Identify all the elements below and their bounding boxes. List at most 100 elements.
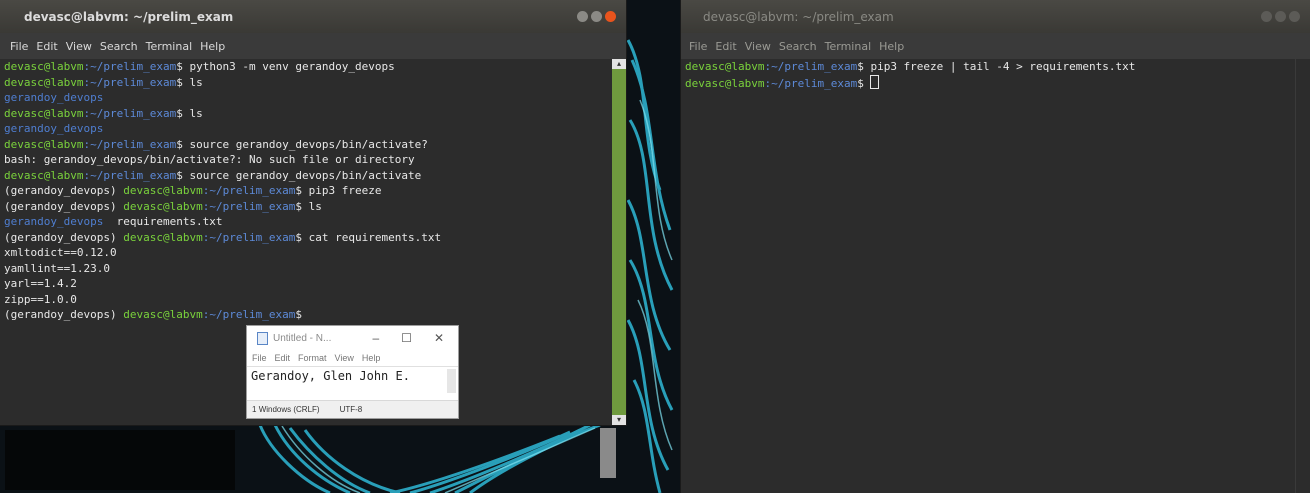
menu-search[interactable]: Search — [779, 40, 817, 53]
notepad-scrollbar[interactable] — [447, 369, 456, 393]
terminal-segment-path: :~/prelim_exam — [83, 106, 177, 120]
menu-edit[interactable]: Edit — [715, 40, 736, 53]
menu-help[interactable]: Help — [879, 40, 904, 53]
notepad-menu-help[interactable]: Help — [362, 353, 381, 363]
notepad-menu-edit[interactable]: Edit — [275, 353, 291, 363]
terminal-segment-text: $ pip3 freeze | tail -4 > requirements.t… — [857, 60, 1136, 73]
terminal-line: gerandoy_devops — [4, 90, 612, 106]
minimize-icon[interactable]: – — [372, 331, 379, 345]
close-icon[interactable]: ✕ — [434, 331, 444, 345]
terminal-line: devasc@labvm:~/prelim_exam$ source geran… — [4, 168, 612, 184]
terminal-line: devasc@labvm:~/prelim_exam$ source geran… — [4, 137, 612, 153]
maximize-icon[interactable] — [1275, 11, 1286, 22]
terminal-segment-path: :~/prelim_exam — [202, 308, 296, 321]
right-window-controls — [1261, 11, 1300, 22]
status-line-ending: Windows (CRLF) — [258, 405, 320, 414]
notepad-window[interactable]: Untitled - N... – ☐ ✕ File Edit Format V… — [246, 325, 459, 419]
terminal-segment-folder: gerandoy_devops — [4, 215, 104, 228]
terminal-line: devasc@labvm:~/prelim_exam$ pip3 freeze … — [685, 59, 1296, 75]
left-terminal-title: devasc@labvm: ~/prelim_exam — [24, 9, 234, 24]
status-encoding: UTF-8 — [339, 405, 363, 414]
terminal-segment-prompt: devasc@labvm — [4, 75, 84, 89]
menu-edit[interactable]: Edit — [36, 40, 57, 53]
minimize-icon[interactable] — [577, 11, 588, 22]
terminal-segment-prompt: devasc@labvm — [4, 106, 84, 120]
right-terminal-titlebar[interactable]: devasc@labvm: ~/prelim_exam — [681, 0, 1310, 33]
terminal-segment-path: :~/prelim_exam — [83, 137, 177, 151]
terminal-segment-path: :~/prelim_exam — [764, 76, 858, 90]
maximize-icon[interactable]: ☐ — [401, 331, 412, 345]
terminal-line: zipp==1.0.0 — [4, 292, 612, 308]
left-window-controls — [577, 11, 616, 22]
right-terminal-scrollbar[interactable] — [1295, 59, 1310, 493]
terminal-line: devasc@labvm:~/prelim_exam$ python3 -m v… — [4, 59, 612, 75]
menu-search[interactable]: Search — [100, 40, 138, 53]
terminal-segment-text: yamllint==1.23.0 — [4, 261, 110, 275]
menu-view[interactable]: View — [745, 40, 771, 53]
scroll-up-icon[interactable]: ▴ — [612, 59, 626, 69]
close-icon[interactable] — [605, 11, 616, 22]
notepad-menu-format[interactable]: Format — [298, 353, 327, 363]
right-terminal-output[interactable]: devasc@labvm:~/prelim_exam$ pip3 freeze … — [681, 59, 1296, 493]
terminal-segment-prompt: devasc@labvm — [123, 230, 203, 244]
right-terminal-title: devasc@labvm: ~/prelim_exam — [703, 9, 894, 24]
terminal-segment-prompt: devasc@labvm — [4, 60, 84, 73]
terminal-line: yarl==1.4.2 — [4, 276, 612, 292]
terminal-segment-prompt: devasc@labvm — [123, 308, 203, 321]
terminal-segment-text: (gerandoy_devops) — [4, 308, 124, 321]
notepad-text-area[interactable]: Gerandoy, Glen John E. — [247, 366, 458, 401]
terminal-segment-text: (gerandoy_devops) — [4, 230, 124, 244]
terminal-segment-path: :~/prelim_exam — [83, 75, 177, 89]
menu-file[interactable]: File — [10, 40, 28, 53]
terminal-segment-text: $ — [295, 308, 303, 321]
maximize-icon[interactable] — [591, 11, 602, 22]
notepad-statusbar: 1 Windows (CRLF) UTF-8 — [247, 400, 458, 418]
notepad-icon — [257, 331, 268, 345]
terminal-segment-text: $ python3 -m venv gerandoy_devops — [176, 60, 395, 73]
terminal-segment-prompt: devasc@labvm — [4, 168, 84, 182]
terminal-segment-folder: gerandoy_devops — [4, 91, 104, 104]
terminal-line: devasc@labvm:~/prelim_exam$ — [685, 74, 1296, 91]
terminal-segment-folder: gerandoy_devops — [4, 122, 104, 135]
menu-file[interactable]: File — [689, 40, 707, 53]
terminal-segment-text: $ pip3 freeze — [295, 184, 382, 197]
terminal-segment-text: $ cat requirements.txt — [295, 230, 442, 244]
terminal-cursor — [870, 74, 880, 89]
terminal-segment-text: zipp==1.0.0 — [4, 292, 77, 306]
left-terminal-scrollbar[interactable]: ▴ ▾ — [612, 59, 626, 425]
terminal-segment-prompt: devasc@labvm — [123, 184, 203, 197]
terminal-line: xmltodict==0.12.0 — [4, 245, 612, 261]
menu-help[interactable]: Help — [200, 40, 225, 53]
status-prefix: 1 — [252, 405, 257, 414]
terminal-segment-path: :~/prelim_exam — [202, 199, 296, 213]
scroll-down-icon[interactable]: ▾ — [612, 415, 626, 425]
terminal-segment-text: bash: gerandoy_devops/bin/activate?: No … — [4, 153, 415, 166]
menu-terminal[interactable]: Terminal — [146, 40, 193, 53]
close-icon[interactable] — [1289, 11, 1300, 22]
terminal-line: yamllint==1.23.0 — [4, 261, 612, 277]
terminal-segment-prompt: devasc@labvm — [685, 60, 765, 73]
terminal-segment-text: (gerandoy_devops) — [4, 199, 124, 213]
right-terminal-window[interactable]: devasc@labvm: ~/prelim_exam File Edit Vi… — [681, 0, 1310, 493]
terminal-line: gerandoy_devops requirements.txt — [4, 214, 612, 230]
notepad-menu-file[interactable]: File — [252, 353, 267, 363]
terminal-segment-prompt: devasc@labvm — [685, 76, 765, 90]
terminal-segment-text: $ source gerandoy_devops/bin/activate? — [176, 137, 428, 151]
notepad-title: Untitled - N... — [273, 332, 332, 344]
menu-terminal[interactable]: Terminal — [825, 40, 872, 53]
menu-view[interactable]: View — [66, 40, 92, 53]
left-terminal-menubar: File Edit View Search Terminal Help — [0, 33, 626, 59]
right-terminal-menubar: File Edit View Search Terminal Help — [681, 33, 1310, 59]
notepad-titlebar[interactable]: Untitled - N... – ☐ ✕ — [247, 326, 458, 350]
terminal-segment-path: :~/prelim_exam — [83, 60, 177, 73]
notepad-menu-view[interactable]: View — [335, 353, 354, 363]
terminal-line: gerandoy_devops — [4, 121, 612, 137]
terminal-segment-text: yarl==1.4.2 — [4, 277, 77, 290]
terminal-line: (gerandoy_devops) devasc@labvm:~/prelim_… — [4, 230, 612, 246]
notepad-menubar: File Edit Format View Help — [247, 350, 458, 366]
terminal-line: (gerandoy_devops) devasc@labvm:~/prelim_… — [4, 199, 612, 215]
left-terminal-titlebar[interactable]: devasc@labvm: ~/prelim_exam — [0, 0, 626, 33]
terminal-segment-text: $ source gerandoy_devops/bin/activate — [176, 168, 422, 182]
terminal-segment-text: $ — [857, 76, 871, 90]
minimize-icon[interactable] — [1261, 11, 1272, 22]
